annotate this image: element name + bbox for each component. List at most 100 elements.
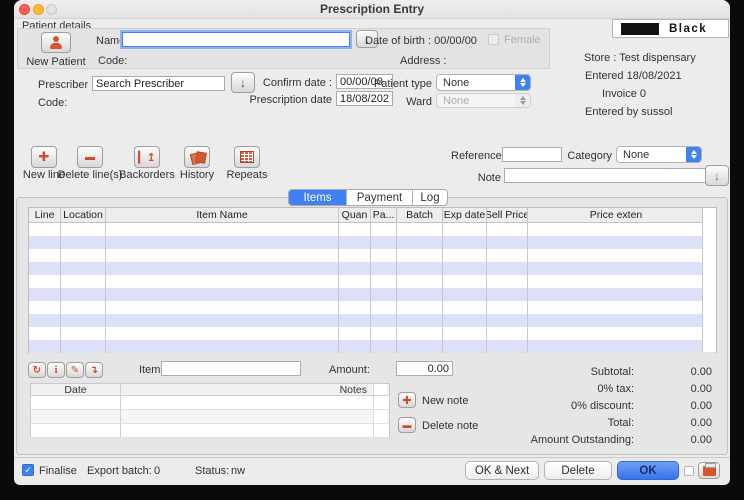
totals-block: Subtotal: 0.00 0% tax: 0.00 0% discount:… xyxy=(410,363,712,449)
col-quan[interactable]: Quan xyxy=(339,208,371,222)
backorder-arrow-icon: ▎↥ xyxy=(138,151,156,164)
tax-label: 0% tax: xyxy=(410,383,634,395)
patient-name-input[interactable] xyxy=(122,32,350,47)
table-row[interactable] xyxy=(29,314,716,327)
col-location[interactable]: Location xyxy=(61,208,106,222)
notes-row[interactable] xyxy=(31,410,389,424)
export-batch-label: Export batch: xyxy=(87,465,152,477)
table-row[interactable] xyxy=(29,288,716,301)
tab-log[interactable]: Log xyxy=(412,190,447,205)
category-select[interactable]: None xyxy=(616,146,702,163)
table-row[interactable] xyxy=(29,236,716,249)
entered-label: Entered xyxy=(585,70,624,82)
tab-payment[interactable]: Payment xyxy=(346,190,412,205)
discount-label: 0% discount: xyxy=(410,400,634,412)
tab-bar: Items Payment Log xyxy=(288,189,448,206)
female-checkbox[interactable] xyxy=(488,34,499,45)
history-button[interactable] xyxy=(184,146,210,168)
new-patient-button[interactable] xyxy=(41,32,71,53)
pipe-arrow-icon: ↴ xyxy=(90,365,98,376)
amount-outstanding-row: Amount Outstanding: 0.00 xyxy=(410,432,712,449)
finalise-checkbox[interactable]: ✓ xyxy=(22,464,34,476)
table-row[interactable] xyxy=(29,223,716,236)
delete-button[interactable]: Delete xyxy=(544,461,612,480)
finalise-label: Finalise xyxy=(39,465,77,477)
refresh-icon: ↻ xyxy=(33,365,41,376)
female-label: Female xyxy=(504,34,541,46)
table-row[interactable] xyxy=(29,262,716,275)
ok-and-next-button[interactable]: OK & Next xyxy=(465,461,539,480)
total-label: Total: xyxy=(410,417,634,429)
repeats-label: Repeats xyxy=(222,169,272,181)
amount-outstanding-label: Amount Outstanding: xyxy=(410,434,634,446)
tab-items[interactable]: Items xyxy=(289,190,346,205)
discount-row: 0% discount: 0.00 xyxy=(410,397,712,414)
dob-label: Date of birth : xyxy=(365,35,431,47)
invoice-line: Invoice 0 xyxy=(602,88,646,100)
print-checkbox[interactable] xyxy=(684,466,694,476)
logo-mark-icon xyxy=(621,23,659,35)
table-scrollbar[interactable] xyxy=(702,208,716,352)
ward-label: Ward xyxy=(398,96,432,108)
col-price-exten[interactable]: Price exten xyxy=(528,208,704,222)
backorders-button[interactable]: ▎↥ xyxy=(134,146,160,168)
prescription-date-input[interactable] xyxy=(336,91,393,106)
address-label: Address : xyxy=(400,55,446,67)
table-row[interactable] xyxy=(29,275,716,288)
item-input[interactable] xyxy=(161,361,301,376)
refresh-button[interactable]: ↻ xyxy=(28,362,46,378)
store-label: Store : xyxy=(584,52,616,64)
minimize-window-icon[interactable] xyxy=(33,4,44,15)
col-line[interactable]: Line xyxy=(29,208,61,222)
table-row[interactable] xyxy=(29,249,716,262)
item-label: Item: xyxy=(139,364,163,376)
entered-value: 18/08/2021 xyxy=(627,70,682,82)
history-label: History xyxy=(174,169,220,181)
zoom-window-icon[interactable] xyxy=(46,4,57,15)
status-value: nw xyxy=(231,465,245,477)
store-value: Test dispensary xyxy=(619,52,695,64)
directions-button[interactable]: ↴ xyxy=(85,362,103,378)
info-button[interactable]: i xyxy=(47,362,65,378)
tax-value: 0.00 xyxy=(634,383,712,395)
prescriber-search-button[interactable]: ↓ xyxy=(231,72,255,93)
notes-row[interactable] xyxy=(31,396,389,410)
print-button[interactable] xyxy=(698,462,720,479)
note-input[interactable] xyxy=(504,168,716,183)
new-line-button[interactable]: ✚ xyxy=(31,146,57,168)
delete-lines-button[interactable]: ▬ xyxy=(77,146,103,168)
reference-input[interactable] xyxy=(502,147,562,162)
note-label: Note xyxy=(477,172,501,184)
ward-select: None xyxy=(436,93,531,108)
table-row[interactable] xyxy=(29,301,716,314)
printer-icon xyxy=(703,466,716,476)
history-cards-icon xyxy=(190,151,205,163)
ok-button[interactable]: OK xyxy=(617,461,679,480)
close-window-icon[interactable] xyxy=(19,4,30,15)
col-batch[interactable]: Batch xyxy=(397,208,443,222)
repeats-grid-icon xyxy=(240,151,254,163)
category-value: None xyxy=(623,149,649,161)
plus-icon: ✚ xyxy=(39,149,50,165)
subtotal-value: 0.00 xyxy=(634,366,712,378)
prescriber-code-label: Code: xyxy=(38,97,67,109)
patient-type-select[interactable]: None xyxy=(436,74,531,91)
notes-col-notes[interactable]: Notes xyxy=(121,384,373,395)
repeats-button[interactable] xyxy=(234,146,260,168)
table-row[interactable] xyxy=(29,327,716,340)
items-table-header: Line Location Item Name Quan Pa... Batch… xyxy=(29,208,704,223)
table-row[interactable] xyxy=(29,340,716,353)
col-exp-date[interactable]: Exp date xyxy=(443,208,487,222)
dob-value: 00/00/00 xyxy=(434,35,477,47)
col-pack[interactable]: Pa... xyxy=(371,208,397,222)
col-item-name[interactable]: Item Name xyxy=(106,208,339,222)
notes-col-date[interactable]: Date xyxy=(31,384,121,395)
edit-note-button[interactable]: ✎ xyxy=(66,362,84,378)
title-bar[interactable]: Prescription Entry xyxy=(14,0,730,19)
status-label: Status: xyxy=(195,465,229,477)
note-add-button[interactable]: ↓ xyxy=(705,165,729,186)
notes-row[interactable] xyxy=(31,424,389,438)
prescriber-search-input[interactable] xyxy=(92,76,225,91)
stepper-arrows-icon xyxy=(686,147,701,162)
col-sell-price[interactable]: Sell Price xyxy=(487,208,528,222)
